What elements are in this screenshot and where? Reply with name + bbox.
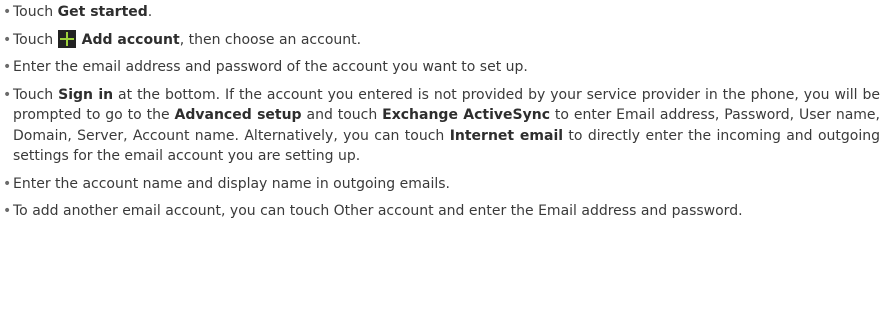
list-item-get-started: • Touch Get started. — [0, 2, 880, 23]
step-text: Touch — [13, 4, 58, 20]
bullet: • — [3, 59, 12, 75]
add-icon — [57, 29, 76, 48]
step-emphasis: Add account — [81, 31, 180, 48]
step-emphasis: Internet email — [449, 127, 564, 144]
step-text: Touch — [13, 86, 59, 103]
instruction-list: • Touch Get started. • Touch Add account… — [0, 0, 880, 229]
bullet: • — [3, 203, 12, 219]
step-text: To add another email account, you can to… — [13, 203, 743, 219]
step-text: Enter the email address and password of … — [13, 59, 528, 75]
bullet: • — [3, 175, 12, 192]
list-item-add-account: • Touch Add account, then choose an acco… — [0, 29, 880, 51]
bullet: • — [3, 31, 12, 48]
step-emphasis: Get started — [57, 4, 148, 20]
step-emphasis: Exchange ActiveSync — [382, 107, 551, 123]
step-text: and touch — [301, 107, 383, 123]
bullet: • — [3, 86, 12, 103]
step-emphasis: Advanced setup — [174, 107, 302, 123]
step-text: , then choose an account. — [179, 31, 362, 48]
list-item-account-name: • Enter the account name and display nam… — [0, 174, 880, 195]
step-text: . — [147, 4, 153, 20]
list-item-sign-in: • Touch Sign in at the bottom. If the ac… — [0, 85, 880, 167]
bullet: • — [3, 4, 12, 20]
list-item-enter-credentials: • Enter the email address and password o… — [0, 57, 880, 78]
step-emphasis: Sign in — [58, 86, 114, 103]
list-item-add-another: • To add another email account, you can … — [0, 201, 880, 222]
step-text: Enter the account name and display name … — [13, 175, 450, 192]
step-text: Touch — [13, 31, 58, 48]
